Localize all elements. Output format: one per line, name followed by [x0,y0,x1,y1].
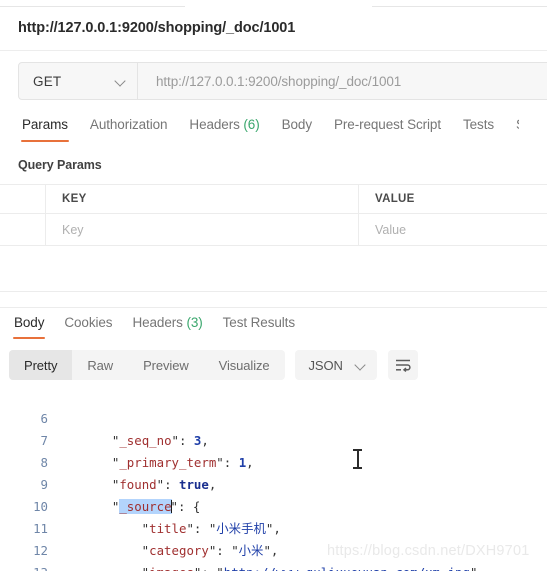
tab-strip-edge-right [372,6,547,7]
request-url-row: GET http://127.0.0.1:9200/shopping/_doc/… [18,62,547,100]
mouse-cursor-ibeam [353,448,362,470]
table-header-row: KEY VALUE [0,184,547,214]
request-title-bar: http://127.0.0.1:9200/shopping/_doc/1001 [0,8,547,51]
header-checkbox-cell [0,185,46,213]
query-params-label: Query Params [18,158,102,172]
tab-strip-edge-left [0,6,185,7]
format-mode-group: Pretty Raw Preview Visualize [9,350,285,380]
response-format-toolbar: Pretty Raw Preview Visualize JSON [9,350,418,380]
response-tab-test-results[interactable]: Test Results [213,313,305,339]
tab-settings-label: Settings [516,117,519,132]
query-params-table: KEY VALUE Key Value [0,184,547,246]
response-separator [0,307,547,308]
format-mode-preview-label: Preview [143,357,189,373]
word-wrap-icon [395,359,411,372]
header-value-cell: VALUE [359,185,547,213]
response-tab-test-results-label: Test Results [222,315,295,330]
watermark: https://blog.csdn.net/DXH9701 [327,543,530,559]
header-value-label: VALUE [375,193,415,205]
code-line[interactable]: 8 "found": true, [0,430,547,492]
chevron-down-icon [355,360,366,371]
response-tab-headers-label: Headers [132,315,187,330]
response-tab-cookies-label: Cookies [64,315,113,330]
response-tabs: Body Cookies Headers (3) Test Results [0,313,547,345]
response-tab-body[interactable]: Body [4,313,54,339]
code-line[interactable]: 12 "images": "http://www.gulixueyuan.com… [0,518,547,571]
tab-pre-request-script[interactable]: Pre-request Script [323,115,452,142]
request-tabs: Params Authorization Headers (6) Body Pr… [0,115,547,148]
format-mode-pretty-label: Pretty [24,357,58,373]
code-line[interactable]: 9 "_source": { [0,452,547,514]
response-tab-cookies[interactable]: Cookies [54,313,122,339]
format-mode-visualize[interactable]: Visualize [204,350,285,380]
params-table-filler [0,246,547,292]
tab-strip-edge [0,0,547,8]
request-url-input[interactable]: http://127.0.0.1:9200/shopping/_doc/1001 [138,62,547,100]
tab-settings[interactable]: Settings [505,115,519,142]
row-key-placeholder: Key [62,222,84,237]
tab-authorization-label: Authorization [89,117,168,132]
response-tab-body-label: Body [14,315,45,330]
header-key-label: KEY [62,193,87,205]
code-line[interactable]: 11 "category": "小米", [0,496,547,558]
tab-authorization[interactable]: Authorization [79,115,179,142]
format-mode-pretty[interactable]: Pretty [9,350,73,380]
row-key-input[interactable]: Key [46,214,359,245]
code-line[interactable]: 10 "title": "小米手机", [0,474,547,536]
request-response-gap [0,292,547,308]
word-wrap-button[interactable] [387,350,418,380]
response-tab-headers[interactable]: Headers (3) [122,313,212,339]
http-method-select[interactable]: GET [18,62,138,100]
tab-headers[interactable]: Headers (6) [178,115,270,142]
request-url-text: http://127.0.0.1:9200/shopping/_doc/1001 [156,73,402,89]
chevron-down-icon [115,76,126,87]
tab-pre-request-script-label: Pre-request Script [333,117,441,132]
tab-headers-count: (6) [243,117,260,132]
row-value-placeholder: Value [375,222,407,237]
tab-body-label: Body [281,117,312,132]
format-mode-raw[interactable]: Raw [72,350,128,380]
format-mode-visualize-label: Visualize [218,357,270,373]
response-tab-headers-count: (3) [186,315,203,330]
response-language-select[interactable]: JSON [294,350,377,380]
code-line[interactable]: 7 "_primary_term": 1, [0,408,547,470]
row-value-input[interactable]: Value [359,214,547,245]
tab-params[interactable]: Params [11,115,79,142]
tab-body[interactable]: Body [271,115,323,142]
request-title: http://127.0.0.1:9200/shopping/_doc/1001 [18,20,296,36]
format-mode-raw-label: Raw [87,357,114,373]
tab-params-label: Params [22,117,68,132]
code-line[interactable]: 6 "_seq_no": 3, [0,390,547,448]
postman-request-response-pane: http://127.0.0.1:9200/shopping/_doc/1001… [0,0,547,571]
http-method-label: GET [33,73,62,89]
tab-headers-label: Headers [189,117,244,132]
tab-tests[interactable]: Tests [452,115,505,142]
header-key-cell: KEY [46,185,359,213]
table-row[interactable]: Key Value [0,214,547,246]
ibeam-cap-bottom [353,467,362,469]
format-mode-preview[interactable]: Preview [128,350,204,380]
response-language-label: JSON [308,357,343,373]
tab-tests-label: Tests [462,117,494,132]
ibeam-stem [357,450,359,468]
code-line[interactable]: 14 } [0,562,547,571]
row-checkbox-cell[interactable] [0,214,46,245]
